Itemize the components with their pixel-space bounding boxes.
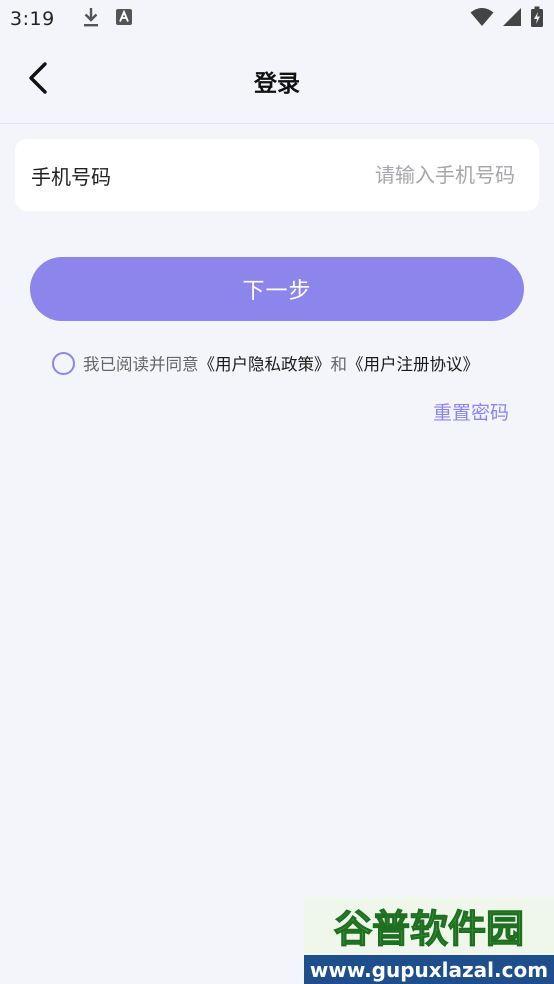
phone-number-input[interactable] <box>111 163 523 187</box>
privacy-policy-link[interactable]: 《用户隐私政策》 <box>199 351 331 375</box>
status-time: 3:19 <box>10 8 55 30</box>
watermark-brand: 谷普软件园 <box>334 907 524 951</box>
agree-radio-button[interactable] <box>52 351 75 375</box>
watermark-logo: 谷普软件园 www.gupuxlazal.com <box>304 897 554 984</box>
app-header: 登录 <box>0 38 554 124</box>
agreement-conjunction: 和 <box>330 355 348 374</box>
status-bar: 3:19 <box>0 0 554 38</box>
phone-number-label: 手机号码 <box>31 164 111 189</box>
download-icon <box>81 6 101 32</box>
agreement-row: 我已阅读并同意 《用户隐私政策》 和 《用户注册协议》 <box>52 350 479 376</box>
battery-icon <box>530 6 544 32</box>
chevron-left-icon <box>26 61 50 99</box>
watermark-url: www.gupuxlazal.com <box>310 958 548 982</box>
wifi-icon <box>470 7 494 31</box>
user-agreement-link[interactable]: 《用户注册协议》 <box>347 351 479 375</box>
cell-signal-icon <box>502 7 522 31</box>
font-a-icon <box>115 8 133 30</box>
status-system-icons <box>470 6 544 32</box>
page-title: 登录 <box>254 70 300 97</box>
status-notification-icons <box>81 6 133 32</box>
reset-password-link[interactable]: 重置密码 <box>433 398 509 425</box>
next-step-button[interactable]: 下一步 <box>30 257 524 321</box>
back-button[interactable] <box>18 60 58 100</box>
agreement-prefix: 我已阅读并同意 <box>83 355 199 374</box>
phone-number-card: 手机号码 <box>15 139 539 211</box>
